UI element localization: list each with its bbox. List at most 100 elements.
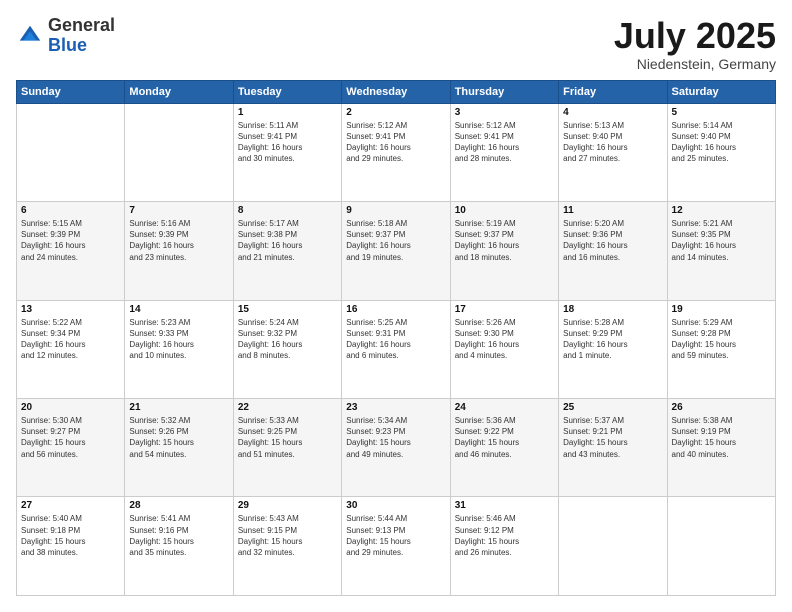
logo-general: General [48, 15, 115, 35]
day-number: 14 [129, 304, 228, 315]
calendar-week-row: 6 Sunrise: 5:15 AM Sunset: 9:39 PM Daylig… [17, 202, 776, 300]
day-info: Sunrise: 5:13 AM Sunset: 9:40 PM Dayligh… [563, 120, 662, 165]
logo-blue: Blue [48, 35, 87, 55]
day-info: Sunrise: 5:21 AM Sunset: 9:35 PM Dayligh… [672, 218, 771, 263]
calendar-cell: 4 Sunrise: 5:13 AM Sunset: 9:40 PM Daylig… [559, 103, 667, 201]
day-number: 1 [238, 107, 337, 118]
logo-text: General Blue [48, 16, 115, 56]
col-sunday: Sunday [17, 80, 125, 103]
day-info: Sunrise: 5:25 AM Sunset: 9:31 PM Dayligh… [346, 317, 445, 362]
calendar-cell: 14 Sunrise: 5:23 AM Sunset: 9:33 PM Dayli… [125, 300, 233, 398]
day-number: 10 [455, 205, 554, 216]
day-number: 2 [346, 107, 445, 118]
day-number: 4 [563, 107, 662, 118]
calendar-cell: 20 Sunrise: 5:30 AM Sunset: 9:27 PM Dayli… [17, 399, 125, 497]
day-number: 13 [21, 304, 120, 315]
calendar-cell: 27 Sunrise: 5:40 AM Sunset: 9:18 PM Dayli… [17, 497, 125, 596]
col-friday: Friday [559, 80, 667, 103]
day-number: 12 [672, 205, 771, 216]
header: General Blue July 2025 Niedenstein, Germ… [16, 16, 776, 72]
calendar-header-row: Sunday Monday Tuesday Wednesday Thursday… [17, 80, 776, 103]
day-number: 17 [455, 304, 554, 315]
calendar-table: Sunday Monday Tuesday Wednesday Thursday… [16, 80, 776, 596]
calendar-cell [667, 497, 775, 596]
day-number: 25 [563, 402, 662, 413]
day-number: 5 [672, 107, 771, 118]
day-number: 6 [21, 205, 120, 216]
col-saturday: Saturday [667, 80, 775, 103]
day-number: 24 [455, 402, 554, 413]
day-number: 9 [346, 205, 445, 216]
month-title: July 2025 [614, 16, 776, 56]
calendar-cell: 17 Sunrise: 5:26 AM Sunset: 9:30 PM Dayli… [450, 300, 558, 398]
calendar-cell: 2 Sunrise: 5:12 AM Sunset: 9:41 PM Daylig… [342, 103, 450, 201]
calendar-week-row: 1 Sunrise: 5:11 AM Sunset: 9:41 PM Daylig… [17, 103, 776, 201]
calendar-cell: 5 Sunrise: 5:14 AM Sunset: 9:40 PM Daylig… [667, 103, 775, 201]
calendar-cell: 23 Sunrise: 5:34 AM Sunset: 9:23 PM Dayli… [342, 399, 450, 497]
day-info: Sunrise: 5:30 AM Sunset: 9:27 PM Dayligh… [21, 415, 120, 460]
day-number: 23 [346, 402, 445, 413]
day-number: 22 [238, 402, 337, 413]
day-info: Sunrise: 5:12 AM Sunset: 9:41 PM Dayligh… [455, 120, 554, 165]
calendar-cell [17, 103, 125, 201]
day-info: Sunrise: 5:24 AM Sunset: 9:32 PM Dayligh… [238, 317, 337, 362]
day-number: 18 [563, 304, 662, 315]
calendar-cell: 8Sunrise: 5:17 AM Sunset: 9:38 PM Daylig… [233, 202, 341, 300]
day-info: Sunrise: 5:15 AM Sunset: 9:39 PM Dayligh… [21, 218, 120, 263]
calendar-week-row: 27 Sunrise: 5:40 AM Sunset: 9:18 PM Dayli… [17, 497, 776, 596]
calendar-cell [559, 497, 667, 596]
calendar-cell: 10 Sunrise: 5:19 AM Sunset: 9:37 PM Dayli… [450, 202, 558, 300]
calendar-cell: 3 Sunrise: 5:12 AM Sunset: 9:41 PM Daylig… [450, 103, 558, 201]
day-number: 20 [21, 402, 120, 413]
day-info: Sunrise: 5:28 AM Sunset: 9:29 PM Dayligh… [563, 317, 662, 362]
calendar-cell: 12 Sunrise: 5:21 AM Sunset: 9:35 PM Dayli… [667, 202, 775, 300]
day-info: Sunrise: 5:34 AM Sunset: 9:23 PM Dayligh… [346, 415, 445, 460]
col-thursday: Thursday [450, 80, 558, 103]
day-info: Sunrise: 5:23 AM Sunset: 9:33 PM Dayligh… [129, 317, 228, 362]
day-number: 28 [129, 500, 228, 511]
day-number: 19 [672, 304, 771, 315]
calendar-cell: 21 Sunrise: 5:32 AM Sunset: 9:26 PM Dayli… [125, 399, 233, 497]
day-info: Sunrise: 5:44 AM Sunset: 9:13 PM Dayligh… [346, 513, 445, 558]
calendar-cell: 26Sunrise: 5:38 AM Sunset: 9:19 PM Dayli… [667, 399, 775, 497]
day-number: 7 [129, 205, 228, 216]
calendar-cell: 1 Sunrise: 5:11 AM Sunset: 9:41 PM Daylig… [233, 103, 341, 201]
col-tuesday: Tuesday [233, 80, 341, 103]
day-info: Sunrise: 5:12 AM Sunset: 9:41 PM Dayligh… [346, 120, 445, 165]
logo-icon [16, 22, 44, 50]
day-number: 15 [238, 304, 337, 315]
calendar-cell: 28Sunrise: 5:41 AM Sunset: 9:16 PM Dayli… [125, 497, 233, 596]
day-info: Sunrise: 5:19 AM Sunset: 9:37 PM Dayligh… [455, 218, 554, 263]
logo: General Blue [16, 16, 115, 56]
calendar-cell: 16Sunrise: 5:25 AM Sunset: 9:31 PM Dayli… [342, 300, 450, 398]
col-wednesday: Wednesday [342, 80, 450, 103]
location-subtitle: Niedenstein, Germany [614, 56, 776, 72]
day-info: Sunrise: 5:18 AM Sunset: 9:37 PM Dayligh… [346, 218, 445, 263]
day-info: Sunrise: 5:26 AM Sunset: 9:30 PM Dayligh… [455, 317, 554, 362]
calendar-cell: 29Sunrise: 5:43 AM Sunset: 9:15 PM Dayli… [233, 497, 341, 596]
day-info: Sunrise: 5:11 AM Sunset: 9:41 PM Dayligh… [238, 120, 337, 165]
day-info: Sunrise: 5:20 AM Sunset: 9:36 PM Dayligh… [563, 218, 662, 263]
day-info: Sunrise: 5:17 AM Sunset: 9:38 PM Dayligh… [238, 218, 337, 263]
day-number: 21 [129, 402, 228, 413]
day-number: 11 [563, 205, 662, 216]
day-info: Sunrise: 5:16 AM Sunset: 9:39 PM Dayligh… [129, 218, 228, 263]
day-info: Sunrise: 5:46 AM Sunset: 9:12 PM Dayligh… [455, 513, 554, 558]
day-number: 31 [455, 500, 554, 511]
title-block: July 2025 Niedenstein, Germany [614, 16, 776, 72]
calendar-cell: 25Sunrise: 5:37 AM Sunset: 9:21 PM Dayli… [559, 399, 667, 497]
day-number: 27 [21, 500, 120, 511]
day-info: Sunrise: 5:22 AM Sunset: 9:34 PM Dayligh… [21, 317, 120, 362]
calendar-cell: 30 Sunrise: 5:44 AM Sunset: 9:13 PM Dayli… [342, 497, 450, 596]
day-info: Sunrise: 5:32 AM Sunset: 9:26 PM Dayligh… [129, 415, 228, 460]
col-monday: Monday [125, 80, 233, 103]
calendar-cell: 6 Sunrise: 5:15 AM Sunset: 9:39 PM Daylig… [17, 202, 125, 300]
calendar-cell: 13 Sunrise: 5:22 AM Sunset: 9:34 PM Dayli… [17, 300, 125, 398]
calendar-cell: 7 Sunrise: 5:16 AM Sunset: 9:39 PM Daylig… [125, 202, 233, 300]
calendar-cell: 11 Sunrise: 5:20 AM Sunset: 9:36 PM Dayli… [559, 202, 667, 300]
day-number: 30 [346, 500, 445, 511]
day-number: 29 [238, 500, 337, 511]
day-number: 3 [455, 107, 554, 118]
day-info: Sunrise: 5:40 AM Sunset: 9:18 PM Dayligh… [21, 513, 120, 558]
day-info: Sunrise: 5:14 AM Sunset: 9:40 PM Dayligh… [672, 120, 771, 165]
